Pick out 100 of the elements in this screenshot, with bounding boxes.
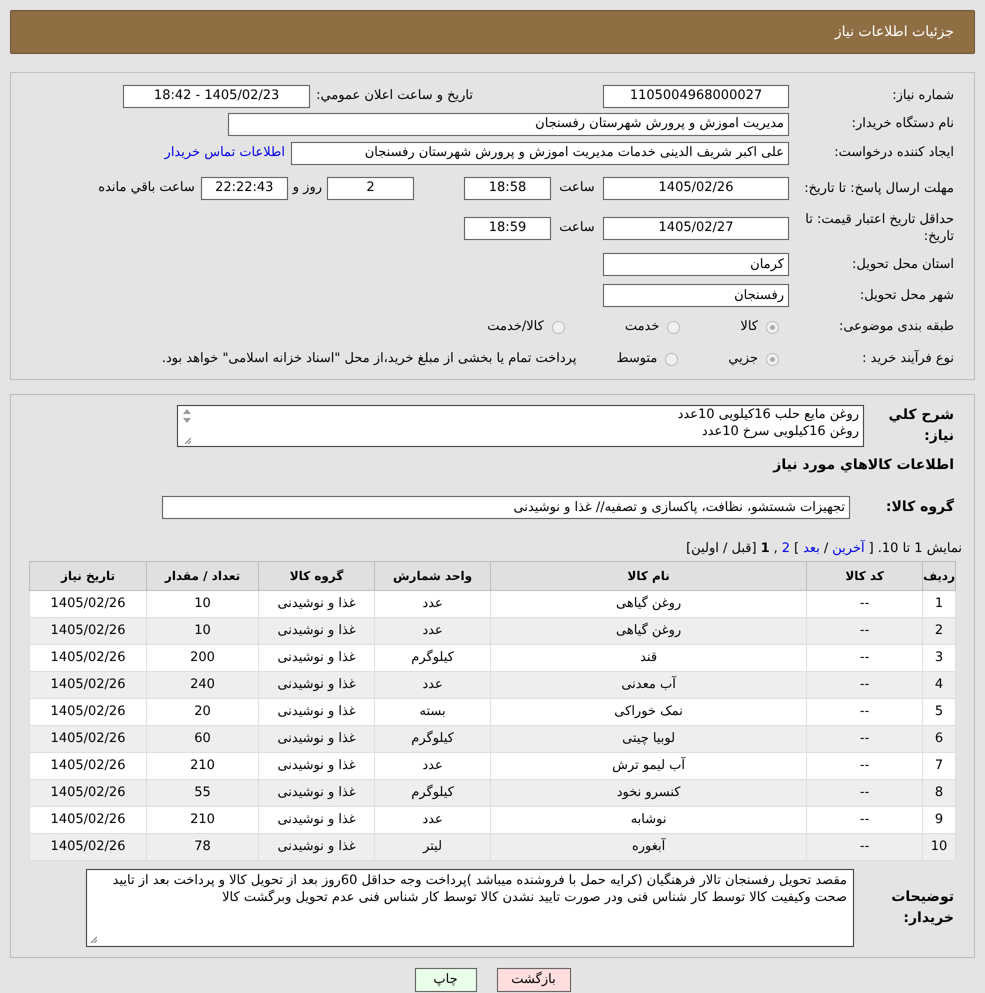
table-cell: 1405/02/26 xyxy=(30,833,147,860)
table-cell: 6 xyxy=(922,725,956,752)
table-cell: 8 xyxy=(922,779,956,806)
table-cell: غذا و نوشیدنی xyxy=(258,617,375,644)
table-cell: -- xyxy=(806,725,923,752)
radio-label: کالا xyxy=(740,318,758,336)
value-field: 2 xyxy=(327,176,414,200)
scroll-arrows-icon xyxy=(182,408,192,424)
table-cell: روغن گیاهی xyxy=(490,590,807,617)
field-label: شرح کلي نیاز: xyxy=(888,406,955,446)
field-label: نوع فرآیند خرید : xyxy=(861,349,954,368)
table-cell: نوشابه xyxy=(490,806,807,833)
table-cell: بسته xyxy=(374,698,491,725)
table-cell: عدد xyxy=(374,671,491,698)
table-cell: -- xyxy=(806,833,923,860)
print-button[interactable]: چاپ xyxy=(414,968,476,992)
pagination-text: نمایش 1 تا 10. [ xyxy=(868,540,962,558)
page-link[interactable]: آخرین xyxy=(832,539,865,558)
table-cell: آبغوره xyxy=(490,833,807,860)
page-title: جزئیات اطلاعات نیاز xyxy=(834,22,954,42)
page-link[interactable]: بعد xyxy=(803,539,820,558)
table-cell: 9 xyxy=(922,806,956,833)
remaining-time-field: 22:22:43 xyxy=(200,176,288,200)
table-cell: -- xyxy=(806,698,923,725)
field-label: شهر محل تحویل: xyxy=(858,286,954,305)
table-cell: 78 xyxy=(146,833,259,860)
radio-button[interactable] xyxy=(665,352,678,366)
table-cell: کیلوگرم xyxy=(374,779,491,806)
table-cell: 1405/02/26 xyxy=(30,725,147,752)
table-cell: -- xyxy=(806,644,923,671)
field-label: گروه کالا: xyxy=(884,497,955,517)
field-label: طبقه بندی موضوعی: xyxy=(838,318,954,336)
column-header: گروه کالا xyxy=(258,561,375,590)
table-cell: غذا و نوشیدنی xyxy=(258,833,375,860)
table-cell: غذا و نوشیدنی xyxy=(258,752,375,779)
radio-label: جزيي xyxy=(728,350,758,368)
table-cell: لوبیا چیتی xyxy=(490,725,807,752)
table-cell: غذا و نوشیدنی xyxy=(258,644,375,671)
table-cell: کیلوگرم xyxy=(374,644,491,671)
time-label: ساعت xyxy=(558,179,596,198)
days-label: روز و xyxy=(291,179,323,198)
summary-field[interactable]: روغن مایع حلب 16کیلویی 10عدد روغن 16کیلویی سرخ 10عدد xyxy=(177,405,864,447)
radio-button[interactable] xyxy=(552,320,565,334)
table-cell: 10 xyxy=(146,617,259,644)
buyer-notes-text: مقصد تحویل رفسنجان تالار فرهنگیان (کرایه حمل با فروشنده میباشد )پرداخت وجه حداقل 60روز بعد از تحویل کالا و پرداخت بعد از تایید صحت وکیفیت کالا توسط کار شناس فنی ودر صورت تایید نشدن کالا توسط کار شناس فنی عدم تحویل وبرگشت کالا xyxy=(112,872,847,904)
table-cell: عدد xyxy=(374,806,491,833)
table-cell: آب معدنی xyxy=(490,671,807,698)
page-link[interactable]: 2 xyxy=(782,539,790,558)
table-cell: کنسرو نخود xyxy=(490,779,807,806)
table-cell: غذا و نوشیدنی xyxy=(258,806,375,833)
pagination-text: , xyxy=(774,540,778,558)
table-cell: نمک خوراکی xyxy=(490,698,807,725)
table-cell: 1405/02/26 xyxy=(30,779,147,806)
table-cell: 55 xyxy=(146,779,259,806)
value-field: تجهیزات شستشو، نظافت، پاکسازی و تصفیه// غذا و نوشیدنی xyxy=(162,496,850,519)
table-cell: غذا و نوشیدنی xyxy=(258,779,375,806)
field-label: استان محل تحویل: xyxy=(851,256,954,274)
radio-button[interactable] xyxy=(667,320,680,334)
table-cell: -- xyxy=(806,779,923,806)
column-header: نام کالا xyxy=(490,561,807,590)
table-cell: 60 xyxy=(146,725,259,752)
table-cell: 1405/02/26 xyxy=(30,590,147,617)
table-cell: 240 xyxy=(146,671,259,698)
summary-line: روغن مایع حلب 16کیلویی 10عدد xyxy=(676,406,859,423)
value-field: 18:58 xyxy=(464,176,551,200)
table-cell: عدد xyxy=(374,590,491,617)
column-header: تعداد / مقدار xyxy=(146,561,259,590)
table-cell: 7 xyxy=(922,752,956,779)
field-label: ایجاد کننده درخواست: xyxy=(833,144,954,162)
table-cell: 20 xyxy=(146,698,259,725)
table-cell: آب لیمو ترش xyxy=(490,752,807,779)
radio-button[interactable] xyxy=(766,352,779,366)
table-cell: لیتر xyxy=(374,833,491,860)
buyer-notes-field[interactable] xyxy=(86,868,854,946)
table-cell: 1 xyxy=(922,590,956,617)
table-cell: 1405/02/26 xyxy=(30,806,147,833)
table-cell: غذا و نوشیدنی xyxy=(258,725,375,752)
buyer-contact-link[interactable]: اطلاعات تماس خریدار xyxy=(164,143,285,163)
back-button[interactable]: بازگشت xyxy=(496,968,570,992)
table-cell: -- xyxy=(806,617,923,644)
table-cell: -- xyxy=(806,752,923,779)
column-header: ردیف xyxy=(922,561,956,590)
table-cell: 200 xyxy=(146,644,259,671)
value-field: علی اکبر شریف الدینی خدمات مدیریت اموزش و پرورش شهرستان رفسنجان xyxy=(291,142,789,164)
column-header: کد کالا xyxy=(806,561,923,590)
table-cell: 1405/02/26 xyxy=(30,644,147,671)
table-cell: 1405/02/26 xyxy=(30,752,147,779)
field-label: تاریخ و ساعت اعلان عمومي: xyxy=(316,87,473,106)
value-field: 1105004968000027 xyxy=(603,84,789,108)
table-cell: -- xyxy=(806,671,923,698)
column-header: واحد شمارش xyxy=(374,561,491,590)
radio-button[interactable] xyxy=(766,320,779,334)
column-header: تاریخ نیاز xyxy=(30,561,147,590)
table-cell: عدد xyxy=(374,617,491,644)
table-cell: 3 xyxy=(922,644,956,671)
table-cell: 1405/02/26 xyxy=(30,698,147,725)
resize-grip-icon xyxy=(90,936,97,942)
field-label: حداقل تاریخ اعتبار قیمت: تا تاریخ: xyxy=(804,211,954,245)
table-cell: قند xyxy=(490,644,807,671)
table-cell: 10 xyxy=(922,833,956,860)
